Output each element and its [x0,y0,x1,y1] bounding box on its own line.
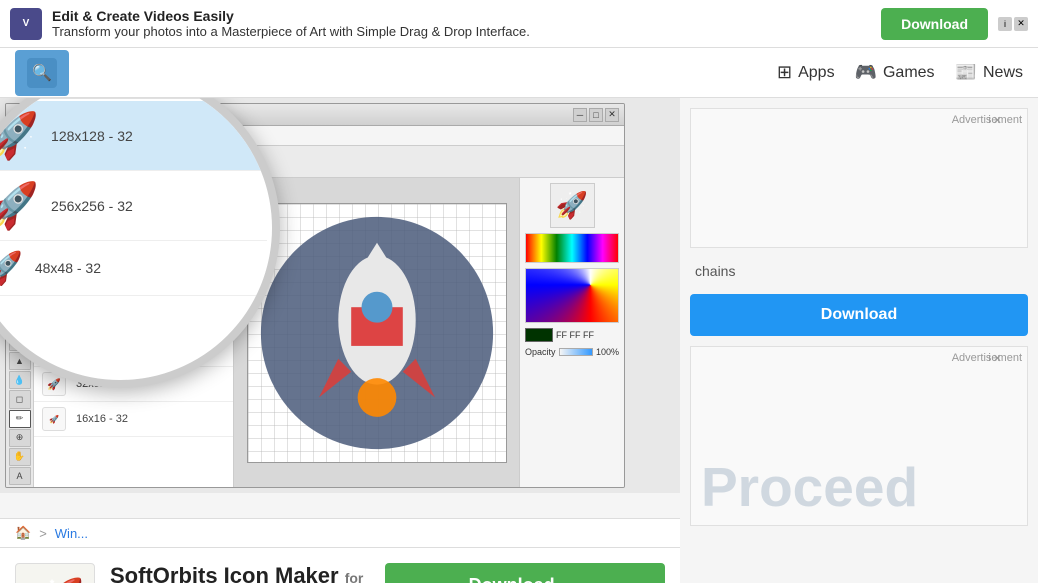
ad2-close[interactable]: i ✕ [988,352,1002,365]
breadcrumb: 🏠 > Win... [0,518,680,548]
apps-label: Apps [798,64,834,82]
pixel-canvas[interactable] [247,203,507,463]
breadcrumb-separator: > [39,526,47,541]
magnifier-label-48: 48x48 - 32 [35,260,101,276]
icon-preview-16: 🚀 [42,407,66,431]
rocket-thumbnail: 🚀 [550,183,595,228]
ad-close-controls: i ✕ [998,17,1028,31]
props-panel: 🚀 FF FF FF Opacity 100% [519,178,624,487]
maximize-button[interactable]: □ [589,108,603,122]
header-nav: 🔍 ⊞ Apps 🎮 Games 📰 News [0,48,1038,98]
tool-text[interactable]: A [9,467,31,485]
app-statusbar: Ready X:056 Y:059 [6,487,624,488]
breadcrumb-current[interactable]: Win... [55,526,88,541]
app-info-area: 🚀 SoftOrbits Icon Maker for Windows Tria… [0,548,680,583]
ad1-close[interactable]: i ✕ [988,114,1002,127]
right-sidebar: Advertisement i ✕ chains Download Advert… [680,98,1038,583]
app-name: SoftOrbits Icon Maker for Windows [110,563,370,583]
apps-icon: ⊞ [777,62,792,83]
news-label: News [983,64,1023,82]
ad1-close-icon[interactable]: ✕ [993,114,1002,127]
ad-subtitle: Transform your photos into a Masterpiece… [52,24,871,39]
ad-text: Edit & Create Videos Easily Transform yo… [52,8,871,39]
sidebar-download-button[interactable]: Download [690,294,1028,336]
ad-title: Edit & Create Videos Easily [52,8,871,24]
hex-input-row: FF FF FF [525,328,619,342]
ad1-label: Advertisement [952,114,1022,126]
close-button[interactable]: ✕ [605,108,619,122]
ad-logo: V [10,8,42,40]
hex-text: FF FF FF [556,330,594,340]
magnifier-inner: ▲ 🚀 128x128 - 32 🚀 256x256 - 32 🚀 4 [0,98,272,380]
news-icon: 📰 [955,62,977,83]
app-details: SoftOrbits Icon Maker for Windows Trial … [110,563,370,583]
search-box[interactable]: 🔍 [15,50,69,96]
screenshot-area: SoftOrbits Icon Maker - Help ─ □ ✕ File … [0,98,680,493]
tool-active[interactable]: ✏ [9,410,31,428]
icon-label-16: 16x16 - 32 [76,413,128,425]
opacity-slider[interactable] [559,348,593,356]
nav-items: ⊞ Apps 🎮 Games 📰 News [777,62,1023,83]
search-icon: 🔍 [27,58,57,88]
magnifier-icon-48: 🚀 [0,249,23,287]
magnifier-label-256: 256x256 - 32 [51,198,133,214]
hex-color-box[interactable] [525,328,553,342]
top-ad-banner: V Edit & Create Videos Easily Transform … [0,0,1038,48]
minimize-button[interactable]: ─ [573,108,587,122]
tool-hand[interactable]: ✋ [9,448,31,466]
download-label: Download for Windows [469,575,555,583]
games-label: Games [883,64,935,82]
ad2-label: Advertisement [952,352,1022,364]
icon-list-item-16[interactable]: 🚀 16x16 - 32 [34,402,233,437]
tool-eraser[interactable]: ◻ [9,390,31,408]
main-content: SoftOrbits Icon Maker - Help ─ □ ✕ File … [0,98,680,583]
nav-item-games[interactable]: 🎮 Games [855,62,935,83]
magnifier-item-256: 🚀 256x256 - 32 [0,171,267,241]
top-ad-download-button[interactable]: Download [881,8,988,40]
magnifier-icon-128: 🚀 [0,109,39,162]
opacity-row: Opacity 100% [525,347,619,357]
games-icon: 🎮 [855,62,877,83]
nav-item-apps[interactable]: ⊞ Apps [777,62,835,83]
advertisement-1: Advertisement i ✕ [690,108,1028,248]
advertisement-2: Advertisement i ✕ Proceed [690,346,1028,526]
color-gradient[interactable] [525,268,619,323]
window-controls: ─ □ ✕ [573,108,619,122]
magnifier-item-48: 🚀 48x48 - 32 [0,241,267,296]
proceed-text: Proceed [701,460,918,515]
ad-close-icon[interactable]: ✕ [1014,17,1028,31]
color-palette[interactable] [525,233,619,263]
ad-info-icon[interactable]: i [998,17,1012,31]
app-buttons: Download for Windows ⬇ Buy now 🛒 [385,563,665,583]
magnifier-overlay: ▲ 🚀 128x128 - 32 🚀 256x256 - 32 🚀 4 [0,98,280,388]
magnifier-item-128: 🚀 128x128 - 32 [0,101,267,171]
opacity-label: Opacity [525,347,556,357]
magnifier-icon-256: 🚀 [0,179,39,232]
chains-text: chains [680,258,1038,284]
breadcrumb-home[interactable]: 🏠 [15,525,31,541]
tool-zoom[interactable]: ⊕ [9,429,31,447]
opacity-percent: 100% [596,347,619,357]
nav-item-news[interactable]: 📰 News [955,62,1023,83]
app-icon-large: 🚀 [15,563,95,583]
ad2-info-icon[interactable]: i [988,352,990,365]
magnifier-label-128: 128x128 - 32 [51,128,133,144]
download-windows-button[interactable]: Download for Windows ⬇ [385,563,665,583]
ad1-info-icon[interactable]: i [988,114,990,127]
ad2-close-icon[interactable]: ✕ [993,352,1002,365]
